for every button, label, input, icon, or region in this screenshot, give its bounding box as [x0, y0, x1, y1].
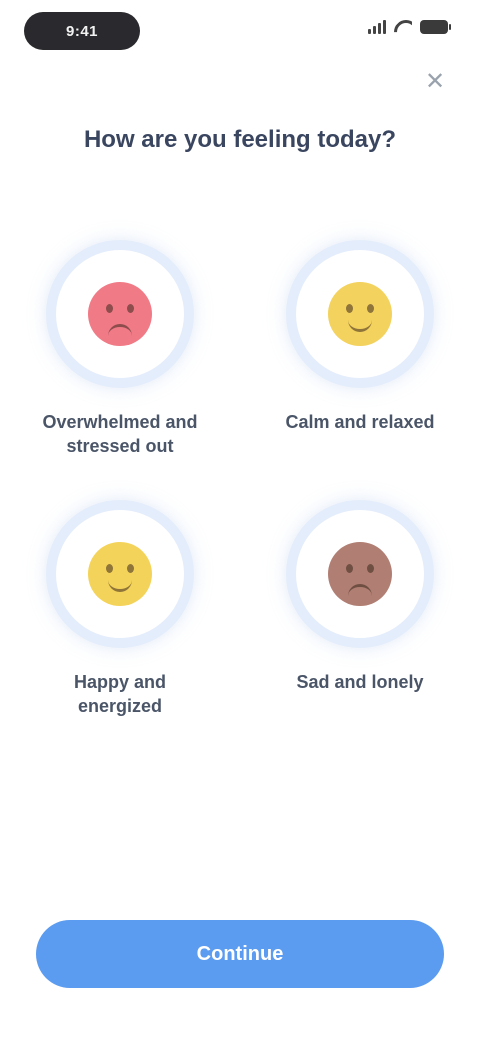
mood-options: Overwhelmed and stressed out Calm and re…	[0, 240, 480, 718]
continue-button[interactable]: Continue	[36, 920, 444, 988]
page-title: How are you feeling today?	[83, 126, 397, 153]
status-bar: 9:41	[0, 0, 480, 60]
wifi-icon	[394, 20, 412, 34]
close-icon: ✕	[424, 67, 446, 95]
grin-face-icon	[88, 542, 152, 606]
signal-icon	[368, 20, 386, 34]
mood-option-sad[interactable]: Sad and lonely	[240, 500, 480, 718]
mood-ring	[46, 240, 194, 388]
mood-ring	[46, 500, 194, 648]
time-pill: 9:41	[24, 12, 140, 50]
sad-face-icon	[328, 542, 392, 606]
mood-ring	[286, 240, 434, 388]
status-time: 9:41	[65, 22, 99, 40]
mood-option-calm[interactable]: Calm and relaxed	[240, 240, 480, 458]
mood-option-overwhelmed[interactable]: Overwhelmed and stressed out	[0, 240, 240, 458]
mood-option-happy[interactable]: Happy and energized	[0, 500, 240, 718]
mood-label: Calm and relaxed	[285, 412, 435, 432]
angry-face-icon	[88, 282, 152, 346]
smile-face-icon	[328, 282, 392, 346]
mood-label: Overwhelmed and stressed out	[42, 412, 198, 456]
continue-button-label: Continue	[196, 942, 284, 965]
mood-label: Sad and lonely	[296, 672, 424, 692]
mood-label: Happy and energized	[73, 672, 166, 716]
close-button[interactable]: ✕	[418, 64, 452, 98]
mood-ring	[286, 500, 434, 648]
status-icons	[368, 20, 451, 34]
battery-icon	[420, 20, 451, 34]
